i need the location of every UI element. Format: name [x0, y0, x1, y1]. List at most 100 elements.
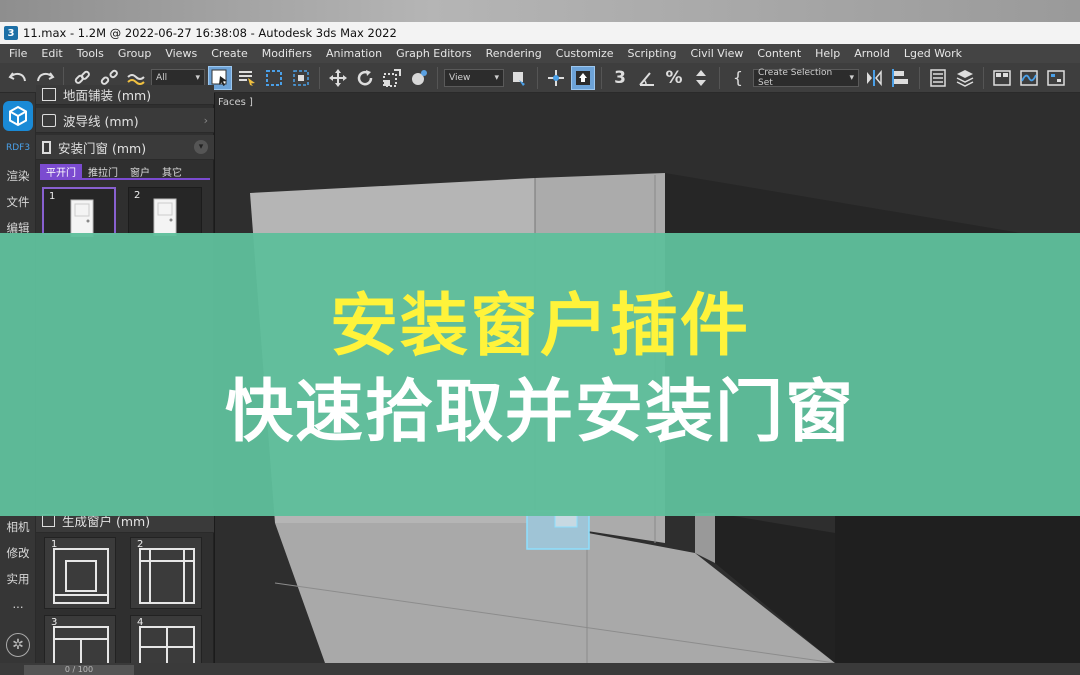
rect-select-icon[interactable] [262, 66, 286, 90]
spinner-snap-icon[interactable] [689, 66, 713, 90]
chevron-right-icon: › [203, 113, 208, 127]
status-bar: 0 / 100 [0, 663, 1080, 675]
banner-title: 安装窗户插件 [329, 286, 750, 366]
align-icon[interactable] [889, 66, 913, 90]
tab-window[interactable]: 窗户 [124, 164, 156, 179]
selection-filter-dropdown[interactable]: All ▾ [151, 68, 205, 87]
tab-swing-door[interactable]: 平开门 [40, 164, 82, 179]
viewport-label[interactable]: Faces ] [218, 97, 253, 108]
layer-explorer-icon[interactable] [953, 66, 977, 90]
rotate-icon[interactable] [353, 66, 377, 90]
toolbar-separator [983, 66, 984, 89]
menu-create[interactable]: Create [204, 47, 255, 60]
scene-explorer-icon[interactable] [926, 66, 950, 90]
angle-snap-icon[interactable] [635, 66, 659, 90]
ribbon-icon[interactable] [990, 66, 1014, 90]
chevron-down-icon: ▾ [195, 72, 200, 83]
collapse-icon[interactable]: ▾ [194, 140, 208, 154]
percent-snap-icon[interactable]: % [662, 66, 686, 90]
sidebar-item-render[interactable]: 渲染 [0, 168, 36, 184]
menu-bar: File Edit Tools Group Views Create Modif… [0, 44, 1080, 63]
floor-icon [42, 88, 56, 101]
banner-subtitle: 快速拾取并安装门窗 [224, 372, 855, 452]
undo-icon[interactable] [6, 66, 30, 90]
menu-lged-work[interactable]: Lged Work [897, 47, 969, 60]
window-thumbnail-3[interactable]: 3 [44, 615, 116, 668]
door-icon [42, 140, 51, 154]
scale-icon[interactable] [380, 66, 404, 90]
menu-edit[interactable]: Edit [34, 47, 69, 60]
window-preview-icon [139, 548, 195, 604]
menu-group[interactable]: Group [111, 47, 159, 60]
toolbar-separator [537, 66, 538, 89]
window-preview-icon [139, 626, 195, 668]
window-preview-icon [53, 548, 109, 604]
select-by-name-icon[interactable] [235, 66, 259, 90]
door-type-tabs: 平开门 推拉门 窗户 其它 [40, 164, 210, 180]
section-title-floor: 地面铺装 (mm) [63, 88, 152, 103]
menu-tools[interactable]: Tools [70, 47, 111, 60]
window-thumbnail-2[interactable]: 2 [130, 537, 202, 609]
place-icon[interactable] [407, 66, 431, 90]
tab-sliding-door[interactable]: 推拉门 [82, 164, 124, 179]
promo-banner: 安装窗户插件 快速拾取并安装门窗 [0, 233, 1080, 516]
sidebar-item-modify[interactable]: 修改 [0, 545, 36, 561]
reference-coordinate-dropdown[interactable]: View ▾ [444, 68, 504, 87]
panel-section-floor[interactable]: 地面铺装 (mm) [36, 85, 214, 105]
select-manipulate-icon[interactable] [544, 66, 568, 90]
menu-customize[interactable]: Customize [549, 47, 621, 60]
panel-section-waveguide[interactable]: 波导线 (mm) › [36, 108, 214, 133]
door-thumbnail-1[interactable]: 1 [42, 187, 116, 237]
toolbar-separator [719, 66, 720, 89]
keyboard-shortcut-override-icon[interactable] [571, 65, 595, 90]
pivot-center-icon[interactable] [507, 66, 531, 90]
menu-modifiers[interactable]: Modifiers [255, 47, 319, 60]
toolbar-separator [919, 66, 920, 89]
toolbar-separator [319, 66, 320, 89]
brand-label: RDF3 [5, 143, 31, 153]
named-selection-dropdown[interactable]: Create Selection Set ▾ [753, 68, 859, 88]
app-icon: 3 [4, 26, 18, 40]
waveguide-icon [42, 113, 56, 127]
menu-content[interactable]: Content [750, 47, 808, 60]
edit-named-selection-icon[interactable]: { [726, 66, 750, 90]
time-slider[interactable]: 0 / 100 [24, 665, 134, 675]
window-thumbnail-1[interactable]: 1 [44, 537, 116, 609]
sidebar-item-file[interactable]: 文件 [0, 194, 36, 210]
menu-views[interactable]: Views [158, 47, 204, 60]
menu-scripting[interactable]: Scripting [621, 47, 684, 60]
sidebar-item-utility[interactable]: 实用 [0, 571, 36, 587]
menu-graph-editors[interactable]: Graph Editors [389, 47, 479, 60]
move-icon[interactable] [326, 66, 350, 90]
sidebar-item-more[interactable]: ... [0, 597, 36, 611]
section-title-waveguide: 波导线 (mm) [63, 113, 139, 129]
reference-coordinate-value: View [449, 72, 471, 83]
menu-arnold[interactable]: Arnold [847, 47, 897, 60]
panel-section-door[interactable]: 安装门窗 (mm) ▾ [36, 135, 214, 160]
window-thumbnail-4[interactable]: 4 [130, 615, 202, 668]
menu-file[interactable]: File [2, 47, 34, 60]
door-preview-icon [153, 198, 177, 236]
menu-animation[interactable]: Animation [319, 47, 389, 60]
menu-rendering[interactable]: Rendering [479, 47, 549, 60]
mirror-icon[interactable] [862, 66, 886, 90]
chevron-down-icon: ▾ [494, 72, 499, 83]
tab-other[interactable]: 其它 [156, 164, 188, 179]
door-thumbnail-2[interactable]: 2 [128, 187, 202, 236]
thumbnail-number: 1 [49, 191, 56, 202]
plugin-logo-icon[interactable] [3, 101, 33, 131]
thumbnail-number: 2 [134, 190, 141, 201]
toolbar-separator [601, 66, 602, 89]
schematic-view-icon[interactable] [1044, 66, 1068, 90]
window-preview-icon [53, 626, 109, 668]
sidebar-item-camera[interactable]: 相机 [0, 519, 36, 535]
menu-help[interactable]: Help [808, 47, 847, 60]
menu-civil-view[interactable]: Civil View [683, 47, 750, 60]
selection-filter-value: All [156, 72, 168, 83]
title-bar: 3 11.max - 1.2M @ 2022-06-27 16:38:08 - … [0, 22, 1080, 44]
window-crossing-icon[interactable] [289, 66, 313, 90]
window-title: 11.max - 1.2M @ 2022-06-27 16:38:08 - Au… [23, 26, 397, 40]
settings-icon[interactable]: ✲ [6, 633, 30, 657]
curve-editor-icon[interactable] [1017, 66, 1041, 90]
snap-toggle-icon[interactable]: 3 [608, 66, 632, 90]
